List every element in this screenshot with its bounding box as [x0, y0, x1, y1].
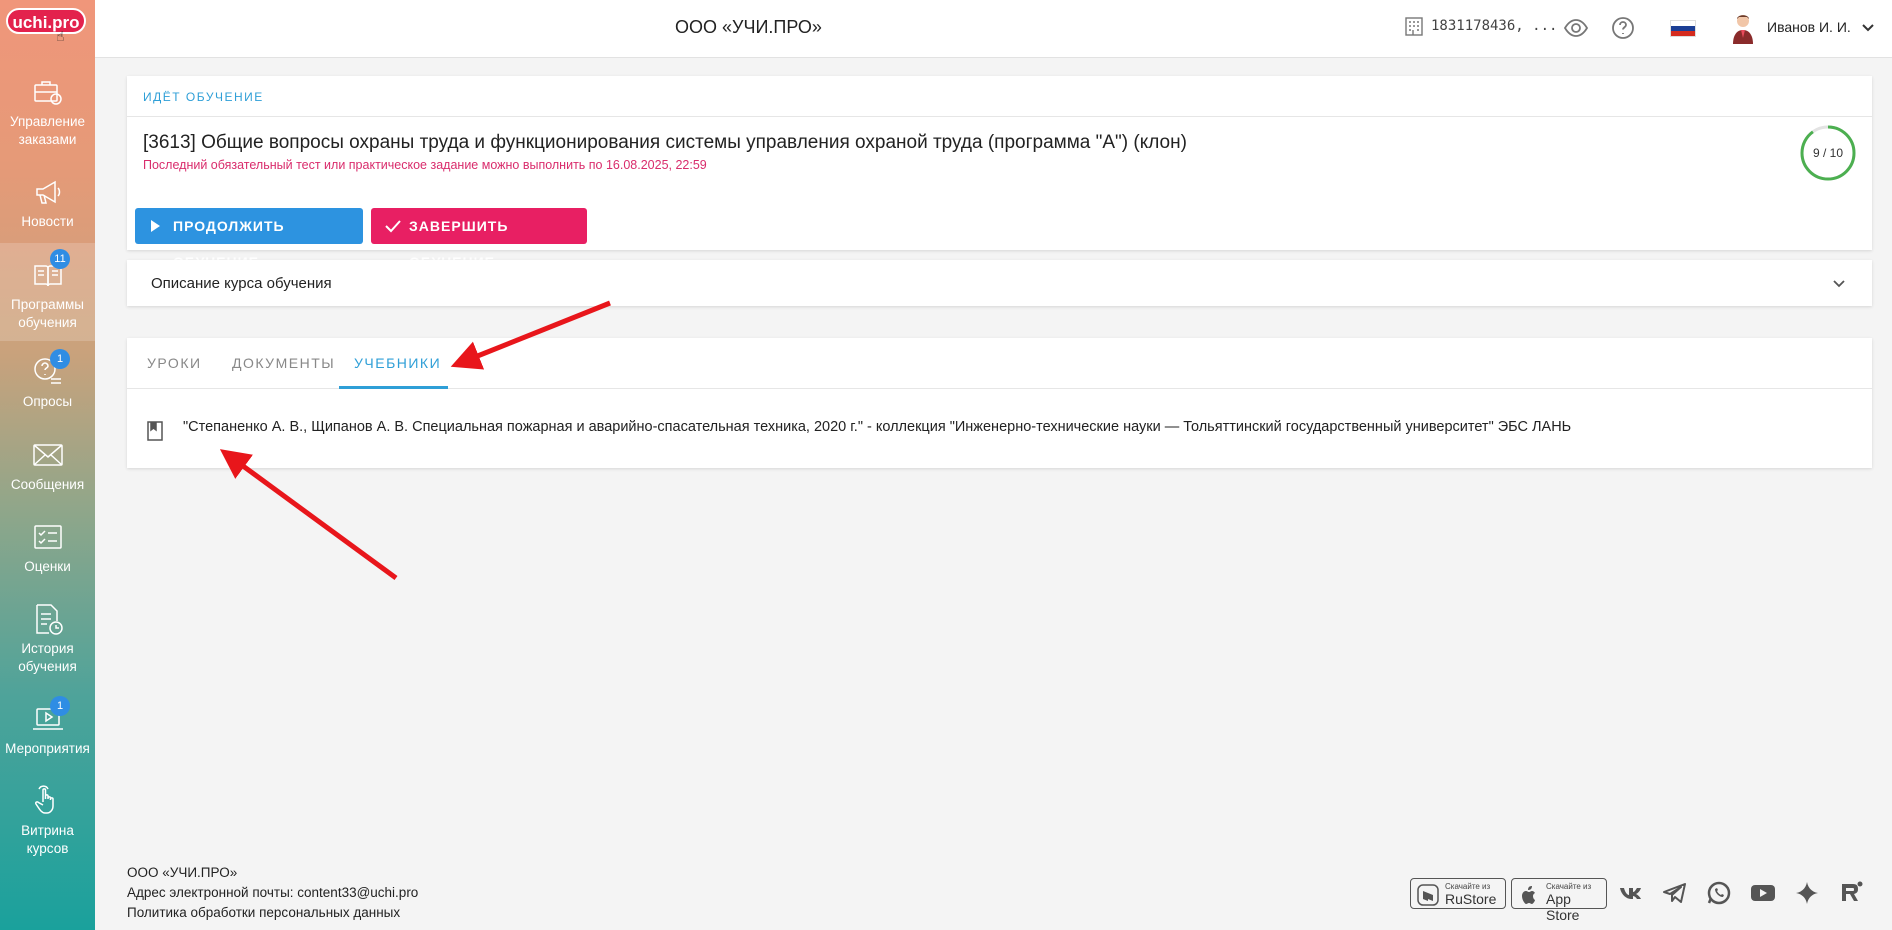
- sidebar-item-label: Сообщения: [10, 477, 85, 492]
- sparkle-icon[interactable]: [1793, 879, 1821, 907]
- chevron-down-icon[interactable]: [1861, 20, 1875, 34]
- sidebar-item-history[interactable]: История обучения: [0, 602, 95, 676]
- top-bar: ООО «УЧИ.ПРО» 1831178436, ... Иванов И. …: [95, 0, 1892, 58]
- whatsapp-icon[interactable]: [1705, 879, 1733, 907]
- organization-id[interactable]: 1831178436, ...: [1431, 18, 1557, 34]
- sidebar-item-orders[interactable]: Управление заказами: [0, 75, 95, 149]
- sidebar-item-label: Витрина курсов: [21, 823, 74, 856]
- language-flag-ru[interactable]: [1670, 20, 1696, 37]
- youtube-icon[interactable]: [1749, 879, 1777, 907]
- tab-documents[interactable]: ДОКУМЕНТЫ: [232, 355, 335, 371]
- eye-icon[interactable]: [1563, 15, 1589, 41]
- sidebar-item-events[interactable]: Мероприятия 1: [0, 696, 95, 758]
- sidebar-item-grades[interactable]: Оценки: [0, 520, 95, 576]
- course-title: [3613] Общие вопросы охраны труда и функ…: [143, 132, 1187, 153]
- checklist-icon: [33, 525, 62, 549]
- footer-privacy-link[interactable]: Политика обработки персональных данных: [127, 905, 400, 920]
- megaphone-icon: [35, 180, 60, 204]
- organization-title: ООО «УЧИ.ПРО»: [675, 17, 822, 37]
- document-clock-icon: [35, 604, 63, 635]
- briefcase-gear-icon: [33, 81, 62, 105]
- continue-learning-button[interactable]: ПРОДОЛЖИТЬ ОБУЧЕНИЕ: [135, 208, 363, 270]
- footer-email[interactable]: Адрес электронной почты: content33@uchi.…: [127, 885, 418, 900]
- textbook-link[interactable]: "Степаненко А. В., Щипанов А. В. Специал…: [183, 419, 1571, 435]
- sidebar: uchi.pro ☝ Управление заказами Новости П…: [0, 0, 95, 930]
- arrow-to-textbook-item: [219, 449, 398, 581]
- rustore-button[interactable]: Скачайте из RuStore: [1410, 878, 1506, 909]
- sidebar-item-label: Мероприятия: [5, 741, 90, 756]
- sidebar-item-surveys[interactable]: Опросы 1: [0, 349, 95, 411]
- sidebar-item-label: Программы обучения: [11, 297, 84, 330]
- avatar[interactable]: [1731, 12, 1755, 44]
- uchi-pro-logo[interactable]: uchi.pro: [6, 8, 86, 34]
- sidebar-item-messages[interactable]: Сообщения: [0, 438, 95, 494]
- sidebar-item-news[interactable]: Новости: [0, 175, 95, 231]
- appstore-small-label: Скачайте из: [1546, 882, 1592, 891]
- sidebar-item-label: Оценки: [24, 559, 71, 574]
- sidebar-item-label: Управление заказами: [9, 114, 86, 147]
- course-description-accordion[interactable]: Описание курса обучения: [127, 260, 1872, 306]
- play-icon: [151, 220, 160, 232]
- sidebar-item-label: История обучения: [18, 641, 77, 674]
- footer-company: ООО «УЧИ.ПРО»: [127, 865, 238, 880]
- bookmark-book-icon: [147, 421, 163, 441]
- check-icon: [385, 220, 401, 233]
- vk-icon[interactable]: [1617, 879, 1645, 907]
- course-description-label: Описание курса обучения: [151, 275, 332, 292]
- active-tab-indicator: [339, 386, 448, 389]
- chevron-down-icon: [1833, 280, 1845, 288]
- sidebar-item-label: Опросы: [22, 394, 73, 409]
- surveys-badge: 1: [50, 349, 70, 369]
- rustore-label: RuStore: [1445, 891, 1497, 907]
- help-icon[interactable]: [1610, 15, 1636, 41]
- content-tabs-panel: УРОКИ ДОКУМЕНТЫ УЧЕБНИКИ "Степаненко А. …: [127, 338, 1872, 468]
- appstore-label: App Store: [1546, 891, 1580, 923]
- envelope-icon: [32, 444, 63, 466]
- rustore-icon: [1417, 884, 1439, 906]
- programs-badge: 11: [50, 249, 70, 269]
- course-deadline: Последний обязательный тест или практиче…: [143, 158, 707, 172]
- hand-cursor-icon: ☝: [56, 28, 65, 44]
- rustore-small-label: Скачайте из: [1445, 882, 1491, 891]
- progress-text: 9 / 10: [1812, 146, 1844, 160]
- course-status: ИДЁТ ОБУЧЕНИЕ: [143, 90, 264, 104]
- sidebar-item-programs[interactable]: Программы обучения 11: [0, 243, 95, 341]
- sidebar-item-showcase[interactable]: Витрина курсов: [0, 784, 95, 858]
- tab-lessons[interactable]: УРОКИ: [147, 355, 202, 371]
- building-icon[interactable]: [1405, 16, 1423, 36]
- tab-textbooks[interactable]: УЧЕБНИКИ: [354, 355, 441, 371]
- flag-stripe-red: [1671, 30, 1695, 36]
- sidebar-item-label: Новости: [21, 214, 74, 229]
- events-badge: 1: [50, 696, 70, 716]
- telegram-icon[interactable]: [1661, 879, 1689, 907]
- divider: [127, 116, 1872, 117]
- appstore-button[interactable]: Скачайте из App Store: [1511, 878, 1607, 923]
- rutube-icon[interactable]: [1837, 879, 1865, 907]
- apple-icon: [1522, 886, 1535, 904]
- user-name[interactable]: Иванов И. И.: [1767, 19, 1851, 35]
- finish-learning-button[interactable]: ЗАВЕРШИТЬ ОБУЧЕНИЕ: [371, 208, 587, 270]
- course-card: ИДЁТ ОБУЧЕНИЕ [3613] Общие вопросы охран…: [127, 76, 1872, 270]
- hand-pointer-icon: [34, 785, 54, 814]
